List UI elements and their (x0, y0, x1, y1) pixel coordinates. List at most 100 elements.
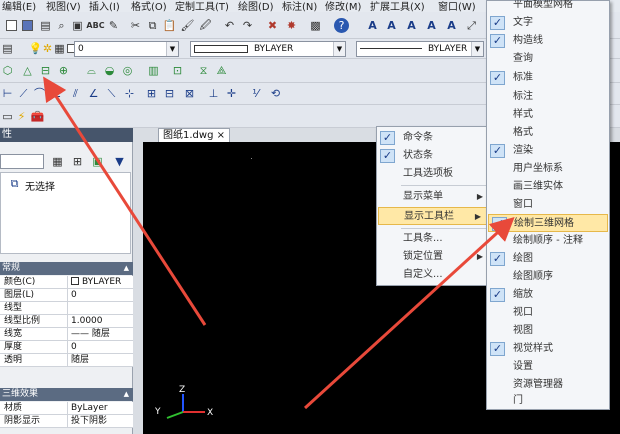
torus-mesh-icon[interactable]: ◎ (120, 63, 135, 78)
filter-icon[interactable]: ▼ (112, 154, 127, 169)
tolerance-icon[interactable]: ⊥ (206, 86, 221, 101)
menu-item-dimension[interactable]: 标注 (487, 88, 609, 106)
menu-window[interactable]: 窗口(W) (438, 0, 476, 12)
menu-item-lock-position[interactable]: 锁定位置 ▶ (377, 248, 489, 266)
menu-item-standard[interactable]: ✓ 标准 (487, 69, 609, 87)
menu-item-show-menu[interactable]: 显示菜单 ▶ (377, 188, 489, 206)
dim-edit-icon[interactable]: ⅟ (248, 86, 263, 101)
section-3d-effects[interactable]: 三维效果 ▲ (0, 388, 133, 401)
layer-manager-icon[interactable]: ▤ (0, 41, 15, 56)
wedge-mesh-icon[interactable]: ▥ (146, 63, 161, 78)
xref-icon[interactable]: ▩ (308, 18, 323, 33)
menu-item-command-bar[interactable]: ✓ 命令条 (377, 129, 489, 147)
paste-icon[interactable]: 📋 (162, 18, 177, 33)
radius-dim-icon[interactable]: ⫽ (68, 86, 83, 101)
cylinder-mesh-icon[interactable]: ⊟ (38, 63, 53, 78)
menu-item-text[interactable]: ✓ 文字 (487, 14, 609, 32)
ordinate-icon[interactable]: ⟀ (50, 86, 65, 101)
sphere-mesh-icon[interactable]: ⊕ (56, 63, 71, 78)
toggle-pickadd-icon[interactable]: ⊞ (70, 154, 85, 169)
menu-item-customize[interactable]: 自定义... (377, 266, 489, 284)
dome-mesh-icon[interactable]: ◒ (102, 63, 117, 78)
prop-row-material[interactable]: 材质 ByLayer (0, 402, 133, 415)
menu-format[interactable]: 格式(O) (131, 0, 167, 12)
cut-icon[interactable]: ✂ (128, 18, 143, 33)
tools-icon[interactable]: 🧰 (30, 109, 45, 124)
menu-item-door[interactable]: 门 (487, 392, 609, 410)
menu-item-styles[interactable]: 样式 (487, 106, 609, 124)
revolve-mesh-icon[interactable]: ⧖ (196, 63, 211, 78)
menu-item-draworder[interactable]: 绘图顺序 (487, 268, 609, 286)
menu-item-format[interactable]: 格式 (487, 124, 609, 142)
help-icon[interactable]: ? (334, 18, 349, 33)
quick-select-icon[interactable]: ▦ (50, 154, 65, 169)
menu-item-draw[interactable]: ✓ 绘图 (487, 250, 609, 268)
print-icon[interactable]: ▤ (38, 18, 53, 33)
text-edit-icon[interactable]: A (384, 18, 399, 33)
section-general[interactable]: 常规 ▲ (0, 262, 133, 275)
text-convert-icon[interactable]: ⤢ (464, 18, 479, 33)
dim-space-icon[interactable]: ⊠ (182, 86, 197, 101)
prop-row-layer[interactable]: 图层(L) 0 (0, 289, 133, 302)
menu-item-visual-styles[interactable]: ✓ 视觉样式 (487, 340, 609, 358)
menu-view[interactable]: 视图(V) (46, 0, 81, 12)
publish-icon[interactable]: ▣ (70, 18, 85, 33)
match-properties-icon[interactable]: ✎ (106, 18, 121, 33)
menu-modify[interactable]: 修改(M) (325, 0, 361, 12)
save-icon[interactable] (20, 18, 35, 33)
menu-item-plane-mesh[interactable]: 平面模型网格 (487, 0, 609, 14)
edge-mesh-icon[interactable]: ⟁ (214, 63, 229, 78)
menu-item-ucs[interactable]: 用户坐标系 (487, 160, 609, 178)
menu-item-window[interactable]: 窗口 (487, 196, 609, 214)
menu-item-view[interactable]: 视图 (487, 322, 609, 340)
menu-draw[interactable]: 绘图(D) (238, 0, 274, 12)
layer-combo[interactable]: 0 ▼ (74, 41, 179, 57)
menu-custom-tools[interactable]: 定制工具(T) (175, 0, 229, 12)
menu-item-show-toolbars[interactable]: 显示工具栏 ▶ (378, 207, 488, 225)
prop-row-linetype[interactable]: 线型 (0, 302, 133, 315)
menu-item-xline[interactable]: ✓ 构造线 (487, 32, 609, 50)
spellcheck-icon[interactable]: ABC (86, 18, 104, 33)
selection-dropdown[interactable] (0, 154, 44, 169)
select-objects-icon[interactable]: ▣ (90, 154, 105, 169)
menu-item-zoom[interactable]: ✓ 缩放 (487, 286, 609, 304)
drawing-tab[interactable]: 图纸1.dwg × (158, 128, 230, 142)
lightning-icon[interactable]: ⚡ (14, 109, 29, 124)
cone-mesh-icon[interactable]: △ (20, 63, 35, 78)
jogged-icon[interactable]: ⟍ (104, 86, 119, 101)
brush-icon[interactable]: 🖉 (198, 18, 213, 33)
text-justify-icon[interactable]: A (444, 18, 459, 33)
prop-row-lineweight[interactable]: 线宽 —— 随层 (0, 328, 133, 341)
continue-icon[interactable]: ⊟ (162, 86, 177, 101)
center-mark-icon[interactable]: ✛ (224, 86, 239, 101)
text-style-icon[interactable]: A (365, 18, 380, 33)
linetype-combo[interactable]: BYLAYER ▼ (356, 41, 484, 57)
new-file-icon[interactable] (4, 18, 19, 33)
linear-dim-icon[interactable]: ⊢ (0, 86, 15, 101)
arc-length-icon[interactable]: ⌒ (32, 86, 47, 101)
pyramid-mesh-icon[interactable]: ⊡ (170, 63, 185, 78)
undo-icon[interactable]: ↶ (222, 18, 237, 33)
menu-item-3d-solids[interactable]: 画三维实体 (487, 178, 609, 196)
prop-row-ltscale[interactable]: 线型比例 1.0000 (0, 315, 133, 328)
baseline-icon[interactable]: ⊞ (144, 86, 159, 101)
close-icon[interactable]: × (217, 129, 225, 142)
menu-item-inquiry[interactable]: 查询 (487, 50, 609, 68)
quick-dim-icon[interactable]: ⊹ (122, 86, 137, 101)
dish-mesh-icon[interactable]: ⌓ (84, 63, 99, 78)
menu-item-viewports[interactable]: 视口 (487, 304, 609, 322)
menu-item-draworder-annotation[interactable]: 绘制顺序 - 注释 (487, 232, 609, 250)
delete-icon[interactable]: ✖ (265, 18, 280, 33)
text-scale-icon[interactable]: A (424, 18, 439, 33)
prop-row-thickness[interactable]: 厚度 0 (0, 341, 133, 354)
dim-update-icon[interactable]: ⟲ (268, 86, 283, 101)
menu-item-toolbars[interactable]: 工具条... (377, 230, 489, 248)
box-mesh-icon[interactable]: ⬡ (0, 63, 15, 78)
window-icon[interactable]: ▭ (0, 109, 15, 124)
text-find-icon[interactable]: A (404, 18, 419, 33)
format-painter-icon[interactable]: 🖌 (180, 18, 195, 33)
menu-item-tool-palette[interactable]: 工具选项板 (377, 165, 489, 183)
menu-item-status-bar[interactable]: ✓ 状态条 (377, 147, 489, 165)
menu-edit[interactable]: 编辑(E) (2, 0, 36, 12)
menu-dimension[interactable]: 标注(N) (282, 0, 317, 12)
